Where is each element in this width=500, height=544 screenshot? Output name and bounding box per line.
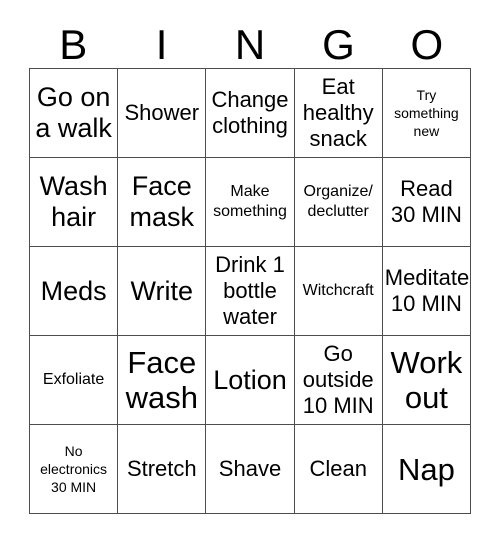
bingo-cell[interactable]: Go outside 10 MIN <box>294 336 383 425</box>
bingo-cell[interactable]: Meditate 10 MIN <box>382 247 471 336</box>
bingo-cell[interactable]: Go on a walk <box>30 69 119 158</box>
bingo-cell-label: Read 30 MIN <box>390 176 462 227</box>
bingo-cell-label: Nap <box>397 451 455 487</box>
bingo-cell[interactable]: Read 30 MIN <box>382 158 471 247</box>
bingo-cell[interactable]: Make something <box>206 158 295 247</box>
bingo-cell[interactable]: Stretch <box>118 425 207 514</box>
bingo-cell-label: Try something new <box>394 87 459 139</box>
bingo-cell-label: Make something <box>213 183 287 220</box>
bingo-header-letter-g: G <box>322 21 355 68</box>
bingo-cell-label: Shave <box>218 456 282 481</box>
bingo-cell-label: Drink 1 bottle water <box>215 252 285 329</box>
bingo-cell[interactable]: Lotion <box>206 336 295 425</box>
bingo-cell-label: No electronics 30 MIN <box>40 443 108 495</box>
bingo-cell[interactable]: Clean <box>294 425 383 514</box>
bingo-cell-label: Meditate 10 MIN <box>384 265 470 316</box>
bingo-cell-label: Change clothing <box>211 87 289 138</box>
bingo-cell-label: Lotion <box>213 364 287 395</box>
bingo-header-letter-b: B <box>59 21 88 68</box>
bingo-cell-label: Meds <box>40 275 107 306</box>
bingo-cell-label: Write <box>130 275 194 306</box>
bingo-cell[interactable]: Eat healthy snack <box>294 69 383 158</box>
bingo-cell-label: Wash hair <box>39 171 108 232</box>
bingo-cell-label: Go on a walk <box>35 82 112 143</box>
bingo-cell[interactable]: Shave <box>206 425 295 514</box>
bingo-cell[interactable]: Work out <box>382 336 471 425</box>
bingo-cell-label: Go outside 10 MIN <box>302 341 374 418</box>
bingo-cell[interactable]: Witchcraft <box>294 247 383 336</box>
bingo-cell[interactable]: Face mask <box>118 158 207 247</box>
bingo-cell[interactable]: Try something new <box>382 69 471 158</box>
bingo-cell[interactable]: No electronics 30 MIN <box>30 425 119 514</box>
bingo-header-row: B I N G O <box>29 17 471 67</box>
bingo-cell[interactable]: Face wash <box>118 336 207 425</box>
bingo-cell-label: Clean <box>309 456 367 481</box>
bingo-card: B I N G O Go on a walk Shower Change clo… <box>0 0 500 544</box>
bingo-header-letter-n: N <box>234 21 266 68</box>
bingo-cell-label: Face wash <box>125 345 198 415</box>
bingo-header-letter-o: O <box>410 21 444 68</box>
bingo-header-letter-i: I <box>155 21 168 68</box>
bingo-cell[interactable]: Wash hair <box>30 158 119 247</box>
bingo-cell-label: Exfoliate <box>42 371 105 388</box>
bingo-cell[interactable]: Shower <box>118 69 207 158</box>
bingo-cell[interactable]: Write <box>118 247 207 336</box>
bingo-cell-label: Work out <box>390 345 463 415</box>
bingo-cell-label: Face mask <box>129 171 195 232</box>
bingo-cell-label: Witchcraft <box>302 282 374 299</box>
bingo-cell[interactable]: Drink 1 bottle water <box>206 247 295 336</box>
bingo-cell-label: Organize/ declutter <box>303 183 373 220</box>
bingo-cell-label: Eat healthy snack <box>302 74 374 151</box>
bingo-cell[interactable]: Nap <box>382 425 471 514</box>
bingo-cell[interactable]: Meds <box>30 247 119 336</box>
bingo-cell[interactable]: Exfoliate <box>30 336 119 425</box>
bingo-cell[interactable]: Organize/ declutter <box>294 158 383 247</box>
bingo-cell-label: Shower <box>124 100 200 125</box>
bingo-grid: Go on a walk Shower Change clothing Eat … <box>29 68 471 514</box>
bingo-cell-label: Stretch <box>126 456 197 481</box>
bingo-cell[interactable]: Change clothing <box>206 69 295 158</box>
